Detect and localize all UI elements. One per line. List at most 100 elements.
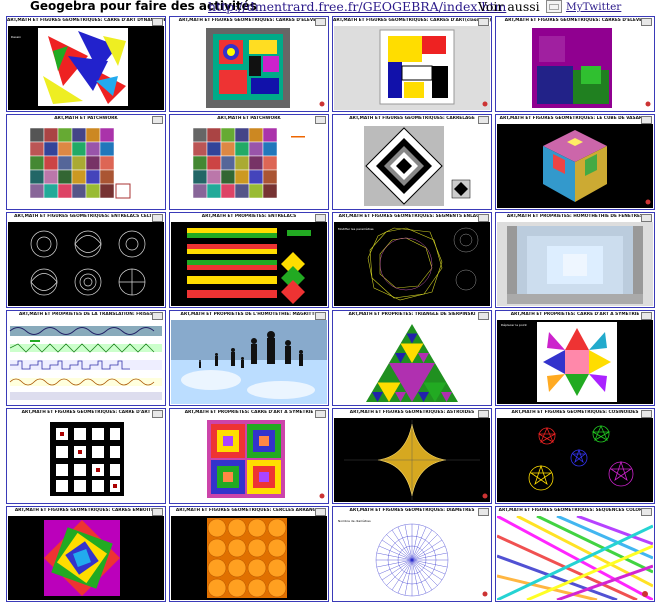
mytwitter-link[interactable]: MyTwitter (566, 1, 621, 13)
tile-title: ART,MATH ET PROPRIETES: ENTRELACS (201, 214, 297, 219)
tile-title: ART,MATH ET FIGURES GEOMETRIQUES: CARREL… (349, 116, 475, 121)
activity-tile[interactable]: ART,MATH ET FIGURES GEOMETRIQUES: ENTREL… (6, 212, 166, 308)
tile-fullscreen-button[interactable] (315, 410, 326, 418)
tile-fullscreen-button[interactable] (152, 116, 163, 124)
tile-preview (171, 516, 327, 600)
tile-title: ART,MATH ET FIGURES GEOMETRIQUES: ENTREL… (14, 214, 158, 219)
tile-preview: Dessin (8, 26, 164, 110)
activity-tile[interactable]: ART,MATH ET FIGURES GEOMETRIQUES: CARRES… (6, 506, 166, 602)
tile-preview (334, 418, 490, 502)
tile-title: ART,MATH ET FIGURES GEOMETRIQUES: CERCLE… (175, 508, 323, 513)
activity-tile[interactable]: ART,MATH ET FIGURES GEOMETRIQUES: CARRES… (495, 16, 655, 112)
tile-title: ART,MATH ET PROPRIETES: HOMOTHETHIE DE F… (506, 214, 644, 219)
tile-title: ART,MATH ET FIGURES GEOMETRIQUES: CARRES… (333, 18, 491, 23)
tile-preview (8, 418, 164, 502)
tile-fullscreen-button[interactable] (315, 116, 326, 124)
tile-fullscreen-button[interactable] (315, 18, 326, 26)
tile-title: ART,MATH ET PROPRIETES: CARRE D'ART A SY… (510, 312, 640, 317)
tile-fullscreen-button[interactable] (641, 214, 652, 222)
activity-tile[interactable]: ART,MATH ET FIGURES GEOMETRIQUES: DIAMET… (332, 506, 492, 602)
tile-title: ART,MATH ET FIGURES GEOMETRIQUES: ASTROI… (349, 410, 475, 415)
tile-title: ART,MATH ET PATCHWORK (217, 116, 281, 121)
tile-fullscreen-button[interactable] (152, 18, 163, 26)
tile-fullscreen-button[interactable] (152, 312, 163, 320)
tile-preview (334, 26, 490, 110)
tile-preview (8, 222, 164, 306)
activity-tile[interactable]: ART,MATH ET PROPRIETES: HOMOTHETHIE DE F… (495, 212, 655, 308)
tile-title: ART,MATH ET PROPRIETES DE L'HOMOTETHIE: … (180, 312, 318, 317)
tile-fullscreen-button[interactable] (315, 508, 326, 516)
tile-fullscreen-button[interactable] (478, 410, 489, 418)
page-header: Geogebra pour faire des activités http:/… (0, 0, 657, 16)
tile-preview (171, 124, 327, 208)
svg-text:Nombre de diamètres: Nombre de diamètres (338, 519, 371, 523)
activity-tile[interactable]: ART,MATH ET PROPRIETES: CARRE D'ART A SY… (169, 408, 329, 504)
svg-text:Dessin: Dessin (11, 35, 21, 39)
tile-title: ART,MATH ET PROPRIETES: CARRE D'ART A SY… (184, 410, 314, 415)
activity-tile[interactable]: ART,MATH ET FIGURES GEOMETRIQUES: COSINO… (495, 408, 655, 504)
tile-preview (171, 222, 327, 306)
tile-preview: Modifier les paramètres (334, 222, 490, 306)
tile-preview (171, 26, 327, 110)
tile-preview: Déplacer le point (497, 320, 653, 404)
tile-fullscreen-button[interactable] (152, 214, 163, 222)
tile-fullscreen-button[interactable] (478, 18, 489, 26)
tile-fullscreen-button[interactable] (641, 18, 652, 26)
tile-title: ART,MATH ET FIGURES GEOMETRIQUES: CARRE … (21, 410, 151, 415)
tile-preview: Nombre de diamètres (334, 516, 490, 600)
voir-aussi-label: Voir aussi (478, 0, 540, 14)
tile-fullscreen-button[interactable] (641, 508, 652, 516)
activity-tile[interactable]: ART,MATH ET PATCHWORK (6, 114, 166, 210)
tile-title: ART,MATH ET FIGURES GEOMETRIQUES: SEGMEN… (338, 214, 486, 219)
tile-preview (8, 124, 164, 208)
activity-tile[interactable]: ART,MATH ET FIGURES GEOMETRIQUES: SEQUEN… (495, 506, 655, 602)
activity-tile[interactable]: ART,MATH ET PROPRIETES DE L'HOMOTETHIE: … (169, 310, 329, 406)
activity-tile[interactable]: ART,MATH ET PROPRIETES: ENTRELACS (169, 212, 329, 308)
tile-fullscreen-button[interactable] (315, 312, 326, 320)
activity-tile[interactable]: ART,MATH ET FIGURES GEOMETRIQUES: CARRE … (6, 16, 166, 112)
tile-fullscreen-button[interactable] (478, 116, 489, 124)
activity-tile[interactable]: ART,MATH ET FIGURES GEOMETRIQUES: CARRES… (169, 16, 329, 112)
tile-preview (8, 320, 164, 404)
tile-fullscreen-button[interactable] (478, 508, 489, 516)
tile-fullscreen-button[interactable] (641, 312, 652, 320)
activity-tile[interactable]: ART,MATH ET PROPRIETES DE LA TRANSLATION… (6, 310, 166, 406)
tile-preview (334, 124, 490, 208)
activity-tile[interactable]: ART,MATH ET FIGURES GEOMETRIQUES: LE CUB… (495, 114, 655, 210)
tile-title: ART,MATH ET FIGURES GEOMETRIQUES: CARRES… (178, 18, 320, 23)
activity-tile[interactable]: ART,MATH ET PATCHWORK (169, 114, 329, 210)
activity-tile[interactable]: ART,MATH ET FIGURES GEOMETRIQUES: CARRE … (6, 408, 166, 504)
activity-tile[interactable]: ART,MATH ET PROPRIETES: TRIANGLE DE SIER… (332, 310, 492, 406)
geogebra-index-link[interactable]: http://dmentrard.free.fr/GEOGEBRA/index.… (208, 0, 506, 14)
activity-tile[interactable]: ART,MATH ET FIGURES GEOMETRIQUES: SEGMEN… (332, 212, 492, 308)
image-placeholder-icon (546, 0, 562, 13)
tile-preview (8, 516, 164, 600)
tile-title: ART,MATH ET FIGURES GEOMETRIQUES: CARRE … (7, 18, 165, 23)
tile-title: ART,MATH ET FIGURES GEOMETRIQUES: CARRES… (504, 18, 646, 23)
tile-fullscreen-button[interactable] (152, 410, 163, 418)
tile-title: ART,MATH ET PROPRIETES: TRIANGLE DE SIER… (348, 312, 476, 317)
tile-fullscreen-button[interactable] (152, 508, 163, 516)
tile-preview (497, 222, 653, 306)
tile-fullscreen-button[interactable] (315, 214, 326, 222)
tile-title: ART,MATH ET FIGURES GEOMETRIQUES: LE CUB… (499, 116, 651, 121)
tile-fullscreen-button[interactable] (478, 214, 489, 222)
tile-fullscreen-button[interactable] (478, 312, 489, 320)
activity-tile[interactable]: ART,MATH ET FIGURES GEOMETRIQUES: CERCLE… (169, 506, 329, 602)
activity-tile[interactable]: ART,MATH ET FIGURES GEOMETRIQUES: ASTROI… (332, 408, 492, 504)
tile-title: ART,MATH ET PROPRIETES DE LA TRANSLATION… (18, 312, 154, 317)
tile-preview (171, 418, 327, 502)
tile-fullscreen-button[interactable] (641, 116, 652, 124)
tile-fullscreen-button[interactable] (641, 410, 652, 418)
svg-text:Modifier les paramètres: Modifier les paramètres (338, 227, 374, 231)
tile-preview (334, 320, 490, 404)
tile-title: ART,MATH ET FIGURES GEOMETRIQUES: DIAMET… (349, 508, 475, 513)
tile-preview (171, 320, 327, 404)
tile-title: ART,MATH ET PATCHWORK (54, 116, 118, 121)
activity-tile[interactable]: ART,MATH ET FIGURES GEOMETRIQUES: CARRES… (332, 16, 492, 112)
tile-title: ART,MATH ET FIGURES GEOMETRIQUES: CARRES… (14, 508, 158, 513)
svg-text:Déplacer le point: Déplacer le point (501, 323, 528, 327)
tile-preview (497, 26, 653, 110)
activity-tile[interactable]: ART,MATH ET FIGURES GEOMETRIQUES: CARREL… (332, 114, 492, 210)
activity-tile[interactable]: ART,MATH ET PROPRIETES: CARRE D'ART A SY… (495, 310, 655, 406)
